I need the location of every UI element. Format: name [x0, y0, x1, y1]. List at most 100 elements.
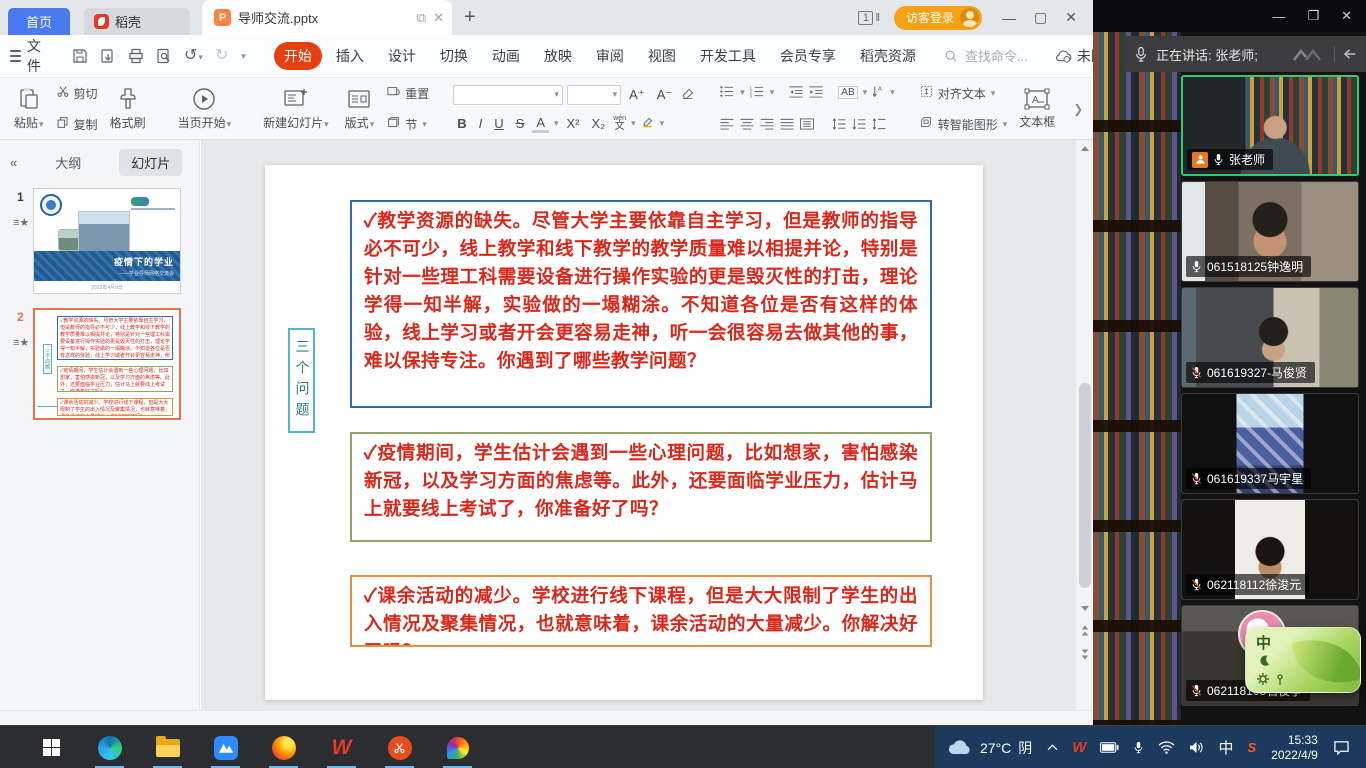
- scroll-up-button[interactable]: [1076, 140, 1094, 156]
- ribbon-tab-切换[interactable]: 切换: [430, 42, 478, 70]
- ribbon-expand-icon[interactable]: ❯: [1069, 102, 1087, 116]
- font-size-select[interactable]: ▾: [567, 85, 621, 105]
- bold-button[interactable]: B: [453, 116, 470, 131]
- window-count-badge[interactable]: 1‖: [858, 11, 880, 25]
- participant-tile-4[interactable]: 061619337马宇星: [1181, 393, 1359, 494]
- taskbar-app-wps[interactable]: W: [328, 726, 355, 768]
- slide-canvas[interactable]: 三个问题 ✓教学资源的缺失。尽管大学主要依靠自主学习，但是教师的指导必不可少，线…: [265, 165, 983, 700]
- collapse-panel-icon[interactable]: «: [10, 155, 17, 170]
- font-family-select[interactable]: ▾: [453, 85, 563, 105]
- ribbon-tab-开始[interactable]: 开始: [274, 42, 322, 70]
- tab-docer[interactable]: 稻壳: [84, 8, 190, 35]
- participant-tile-3[interactable]: 061619327-马俊贤: [1181, 287, 1359, 388]
- textbox-activity-problems[interactable]: ✓课余活动的减少。学校进行线下课程，但是大大限制了学生的出入情况及聚集情况，也就…: [350, 575, 932, 647]
- scroll-down-button[interactable]: [1076, 600, 1094, 616]
- play-from-current-button[interactable]: 当页开始▾: [170, 82, 240, 136]
- new-tab-button[interactable]: +: [464, 6, 476, 29]
- ribbon-tab-开发工具[interactable]: 开发工具: [690, 42, 766, 70]
- decrease-indent-icon[interactable]: [788, 85, 804, 101]
- font-color-button[interactable]: A: [532, 115, 549, 133]
- justify-icon[interactable]: [779, 118, 795, 133]
- tab-slides[interactable]: 幻灯片: [119, 149, 182, 176]
- tab-document[interactable]: P 导师交流.pptx ⧉ ✕: [202, 0, 452, 35]
- align-left-icon[interactable]: [719, 118, 735, 133]
- section-button[interactable]: 节▾: [386, 116, 429, 133]
- increase-indent-icon[interactable]: [808, 85, 824, 101]
- numbered-list-icon[interactable]: 123: [749, 85, 765, 101]
- previous-slide-button[interactable]: [1076, 622, 1094, 638]
- new-slide-button[interactable]: 新建幻灯片▾: [255, 82, 337, 136]
- wifi-icon[interactable]: [1151, 741, 1182, 754]
- smart-graphic-button[interactable]: 转智能图形▾: [919, 116, 1008, 133]
- strikethrough-button[interactable]: S: [512, 116, 529, 131]
- increase-font-button[interactable]: A⁺: [625, 87, 649, 103]
- undo-icon[interactable]: ↺▾: [184, 48, 203, 64]
- align-text-button[interactable]: 对齐文本▾: [919, 85, 1008, 102]
- align-center-icon[interactable]: [739, 118, 755, 133]
- reset-button[interactable]: 重置: [386, 85, 429, 102]
- slide1-thumbnail[interactable]: 疫情下的学业 ——学业导师网络交流会 2022年4月9日: [33, 188, 181, 294]
- text-direction-button[interactable]: AB: [838, 86, 857, 99]
- export-icon[interactable]: [100, 48, 116, 64]
- vertical-scrollbar[interactable]: [1075, 140, 1093, 710]
- ribbon-tab-放映[interactable]: 放映: [534, 42, 582, 70]
- tab-home[interactable]: 首页: [8, 8, 70, 35]
- hidden-icons-chevron[interactable]: [1040, 744, 1065, 751]
- ribbon-tab-稻壳资源[interactable]: 稻壳资源: [850, 42, 926, 70]
- save-icon[interactable]: [72, 48, 88, 64]
- taskbar-clock[interactable]: 15:33 2022/4/9: [1263, 733, 1326, 763]
- sort-text-icon[interactable]: A: [871, 85, 885, 101]
- participant-tile-5[interactable]: 062118112徐浚元: [1181, 499, 1359, 600]
- underline-button[interactable]: U: [490, 116, 507, 131]
- redo-icon[interactable]: ↻: [215, 48, 228, 64]
- main-speaker-video[interactable]: [1093, 32, 1181, 725]
- insert-textbox-button[interactable]: A 文本框: [1011, 82, 1063, 136]
- taskbar-app-edge[interactable]: [96, 726, 123, 768]
- phonetic-guide-button[interactable]: wén文: [613, 115, 626, 132]
- participant-tile-1[interactable]: 张老师: [1181, 75, 1359, 176]
- ribbon-tab-设计[interactable]: 设计: [378, 42, 426, 70]
- notification-center-icon[interactable]: [1326, 740, 1357, 755]
- slide-layout-button[interactable]: 版式▾: [337, 82, 383, 136]
- bullet-list-icon[interactable]: [719, 85, 735, 101]
- textbox-psych-problems[interactable]: ✓疫情期间，学生估计会遇到一些心理问题，比如想家，害怕感染新冠，以及学习方面的焦…: [350, 432, 932, 542]
- ribbon-tab-插入[interactable]: 插入: [326, 42, 374, 70]
- guest-login-button[interactable]: 访客登录: [894, 6, 982, 30]
- wps-tray-icon[interactable]: W: [1065, 739, 1093, 756]
- paste-button[interactable]: 粘贴▾: [6, 82, 52, 136]
- quickbar-more-icon[interactable]: ▾: [241, 51, 246, 62]
- meeting-minimize-button[interactable]: —: [1272, 9, 1285, 24]
- taskbar-app-firefox[interactable]: [270, 726, 297, 768]
- wps-minimize-button[interactable]: —: [1002, 10, 1016, 26]
- search-input[interactable]: [963, 48, 1055, 65]
- format-painter-button[interactable]: 格式刷: [102, 82, 154, 136]
- superscript-button[interactable]: X²: [563, 116, 584, 131]
- taskbar-app-start[interactable]: [38, 726, 65, 768]
- tab-outline[interactable]: 大纲: [43, 149, 93, 176]
- subscript-button[interactable]: X₂: [588, 116, 610, 131]
- ribbon-tab-动画[interactable]: 动画: [482, 42, 530, 70]
- meeting-restore-button[interactable]: ❐: [1307, 8, 1319, 24]
- ribbon-tab-审阅[interactable]: 审阅: [586, 42, 634, 70]
- battery-icon[interactable]: [1093, 742, 1126, 753]
- slide-edit-area[interactable]: 三个问题 ✓教学资源的缺失。尽管大学主要依靠自主学习，但是教师的指导必不可少，线…: [201, 140, 1075, 710]
- vertical-title-textbox[interactable]: 三个问题: [288, 328, 315, 433]
- textbox-teaching-problems[interactable]: ✓教学资源的缺失。尽管大学主要依靠自主学习，但是教师的指导必不可少，线上教学和线…: [350, 200, 932, 408]
- copy-button[interactable]: 复制: [56, 116, 98, 133]
- italic-button[interactable]: I: [475, 116, 487, 131]
- align-right-icon[interactable]: [759, 118, 775, 133]
- next-slide-button[interactable]: [1076, 646, 1094, 662]
- file-menu-button[interactable]: 文件: [10, 36, 46, 76]
- meeting-close-button[interactable]: ✕: [1341, 8, 1352, 24]
- para-spacing-icon[interactable]: [851, 118, 867, 133]
- print-icon[interactable]: [128, 48, 144, 64]
- taskbar-app-screenshot[interactable]: [386, 726, 413, 768]
- command-search[interactable]: [944, 48, 1055, 65]
- clear-format-icon[interactable]: [680, 87, 695, 103]
- cut-button[interactable]: 剪切: [56, 85, 98, 102]
- wps-maximize-button[interactable]: ▢: [1034, 9, 1047, 26]
- ime-popup[interactable]: 中: [1245, 627, 1361, 693]
- distribute-icon[interactable]: [799, 118, 815, 133]
- ime-lang-indicator[interactable]: 中: [1211, 737, 1240, 758]
- highlight-icon[interactable]: [640, 116, 655, 132]
